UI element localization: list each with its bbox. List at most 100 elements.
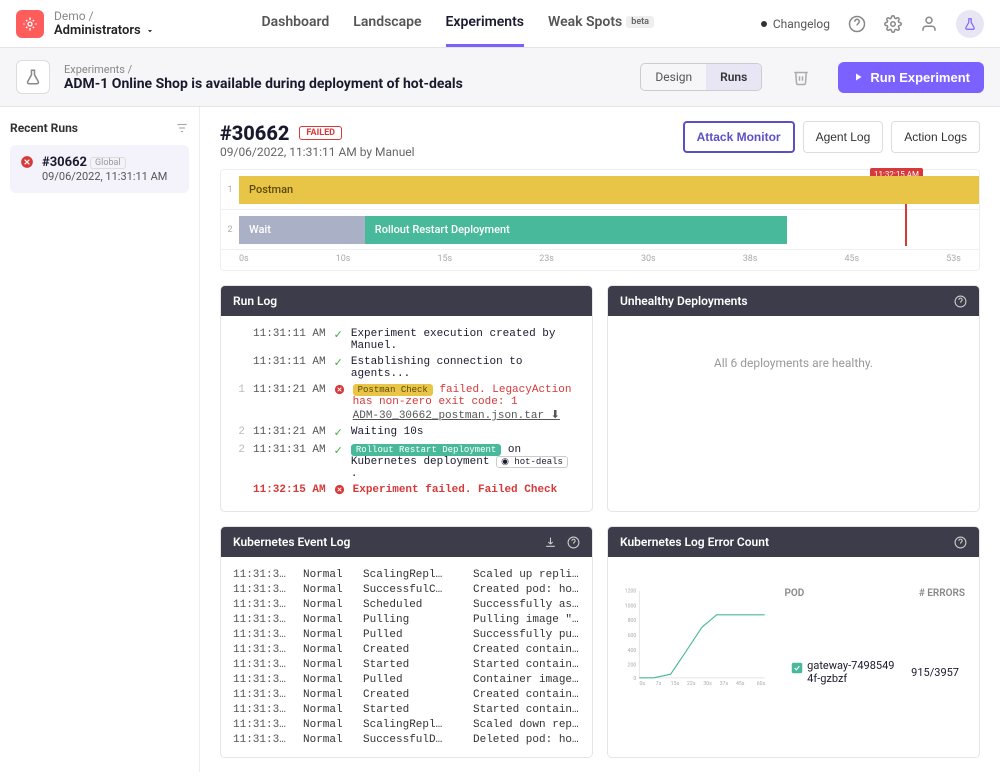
user-icon[interactable]: [920, 15, 938, 33]
run-timestamp: 09/06/2022, 11:31:11 AM: [42, 170, 167, 183]
k8s-line: 11:31:3…NormalScheduledSuccessfully assi…: [233, 597, 580, 612]
org-name: Administrators: [54, 23, 141, 38]
panel-title: Kubernetes Log Error Count: [620, 535, 769, 549]
help-icon[interactable]: [954, 536, 967, 549]
k8s-line: 11:31:3…NormalPulledContainer image "ngi…: [233, 672, 580, 687]
svg-text:7s: 7s: [656, 681, 662, 687]
gear-icon[interactable]: [884, 15, 902, 33]
error-count: 915/3957: [905, 639, 965, 705]
tab-action-logs[interactable]: Action Logs: [891, 121, 980, 153]
k8s-line: 11:31:3…NormalScalingRepl…Scaled up repl…: [233, 567, 580, 582]
k8s-line: 11:31:3…NormalScalingRepl…Scaled down re…: [233, 717, 580, 732]
nav-landscape[interactable]: Landscape: [353, 0, 421, 47]
help-icon[interactable]: [848, 15, 866, 33]
status-badge: FAILED: [299, 126, 342, 140]
top-nav-right: Changelog: [761, 10, 984, 38]
error-chart: 1200 1000 800 600 400 200 0: [620, 567, 768, 707]
error-count-panel: Kubernetes Log Error Count 1200 1000 800…: [607, 526, 980, 758]
tab-attack-monitor[interactable]: Attack Monitor: [683, 121, 795, 153]
experiment-header: Experiments / ADM-1 Online Shop is avail…: [0, 48, 1000, 107]
svg-text:22s: 22s: [687, 681, 696, 687]
svg-text:45s: 45s: [736, 681, 745, 687]
svg-text:15s: 15s: [671, 681, 680, 687]
breadcrumb[interactable]: Experiments /: [64, 63, 463, 76]
k8s-line: 11:31:3…NormalStartedStarted container h…: [233, 702, 580, 717]
help-icon[interactable]: [954, 295, 967, 308]
org-selector[interactable]: Demo / Administrators: [54, 9, 155, 38]
healthy-message: All 6 deployments are healthy.: [608, 316, 979, 410]
panel-title: Run Log: [233, 294, 277, 308]
chevron-down-icon: [145, 26, 155, 36]
check-icon: ✓: [334, 426, 343, 440]
recent-run-item[interactable]: #30662Global 09/06/2022, 11:31:11 AM: [10, 145, 189, 193]
main-nav: Dashboard Landscape Experiments Weak Spo…: [262, 0, 654, 47]
run-id: #30662: [42, 155, 87, 170]
timeline-bar-wait[interactable]: Wait: [239, 216, 365, 244]
nav-experiments[interactable]: Experiments: [446, 0, 524, 47]
run-experiment-button[interactable]: Run Experiment: [838, 62, 984, 93]
fail-status-icon: [20, 155, 34, 183]
experiment-title: ADM-1 Online Shop is available during de…: [64, 76, 463, 92]
runlog-line: 211:31:31 AM✓Rollout Restart Deployment …: [233, 442, 580, 482]
design-runs-toggle: Design Runs: [640, 63, 762, 91]
runlog-line: 11:31:11 AM✓Experiment execution created…: [233, 326, 580, 354]
checkbox-icon[interactable]: [790, 665, 807, 678]
panel-title: Unhealthy Deployments: [620, 294, 748, 308]
pod-name: gateway-74985494f-gzbzf: [807, 659, 897, 685]
app-logo[interactable]: [16, 10, 44, 38]
svg-text:1000: 1000: [625, 603, 637, 609]
changelog-link[interactable]: Changelog: [761, 17, 830, 31]
panel-title: Kubernetes Event Log: [233, 535, 350, 549]
svg-text:800: 800: [628, 618, 637, 624]
nav-weakspots[interactable]: Weak Spotsbeta: [548, 0, 654, 47]
timeline-bar-rollout[interactable]: Rollout Restart Deployment: [365, 216, 787, 244]
nav-dashboard[interactable]: Dashboard: [262, 0, 330, 47]
trash-icon[interactable]: [792, 68, 810, 86]
runlog-line: 11:32:15 AMExperiment failed. Failed Che…: [233, 482, 580, 501]
run-id-heading: #30662: [220, 121, 289, 145]
top-nav: Demo / Administrators Dashboard Landscap…: [0, 0, 1000, 48]
svg-text:200: 200: [628, 663, 637, 669]
view-tabs: Attack Monitor Agent Log Action Logs: [683, 121, 980, 153]
svg-text:600: 600: [628, 633, 637, 639]
k8s-line: 11:31:3…NormalPulledSuccessfully pulled …: [233, 627, 580, 642]
tab-agent-log[interactable]: Agent Log: [803, 121, 884, 153]
svg-text:37s: 37s: [720, 681, 729, 687]
help-icon[interactable]: [567, 536, 580, 549]
download-icon[interactable]: [544, 536, 557, 549]
error-legend: POD# ERRORS gateway-74985494f-gzbzf 915/…: [782, 567, 967, 707]
download-link[interactable]: ADM-30_30662_postman.json.tar ⬇: [353, 410, 560, 422]
svg-text:400: 400: [628, 648, 637, 654]
k8s-line: 11:31:3…NormalSuccessfulD…Deleted pod: h…: [233, 732, 580, 747]
timeline-bar-postman[interactable]: Postman: [239, 176, 979, 204]
check-icon: ✓: [334, 444, 343, 458]
action-chip: Postman Check: [353, 384, 433, 396]
run-meta: 09/06/2022, 11:31:11 AM by Manuel: [220, 145, 415, 159]
recent-runs-sidebar: Recent Runs #30662Global 09/06/2022, 11:…: [0, 107, 200, 772]
check-icon: ✓: [334, 356, 343, 370]
k8s-line: 11:31:3…NormalStartedStarted container h…: [233, 657, 580, 672]
k8s-line: 11:31:3…NormalPullingPulling image "stea…: [233, 612, 580, 627]
k8s-line: 11:31:3…NormalSuccessfulC…Created pod: h…: [233, 582, 580, 597]
flask-avatar[interactable]: [956, 10, 984, 38]
toggle-design[interactable]: Design: [641, 64, 706, 90]
svg-text:0s: 0s: [639, 681, 645, 687]
k8s-event-panel: Kubernetes Event Log 11:31:3…NormalScali…: [220, 526, 593, 758]
filter-icon[interactable]: [175, 121, 189, 135]
run-log-panel: Run Log 11:31:11 AM✓Experiment execution…: [220, 285, 593, 512]
runlog-line: 11:31:11 AM✓Establishing connection to a…: [233, 354, 580, 382]
changelog-dot-icon: [761, 21, 767, 27]
timeline: 11:32:15 AM 1 Postman 2 Wait Rollout Res…: [220, 169, 980, 271]
sidebar-title: Recent Runs: [10, 121, 78, 135]
toggle-runs[interactable]: Runs: [706, 64, 761, 90]
fail-icon: [334, 484, 345, 499]
k8s-line: 11:31:3…NormalCreatedCreated container h…: [233, 642, 580, 657]
svg-text:30s: 30s: [703, 681, 712, 687]
check-icon: ✓: [334, 328, 343, 342]
fail-icon: [334, 384, 345, 399]
main: Recent Runs #30662Global 09/06/2022, 11:…: [0, 107, 1000, 772]
runlog-line: 211:31:21 AM✓Waiting 10s: [233, 424, 580, 442]
scope-chip: Global: [90, 157, 126, 169]
action-chip: Rollout Restart Deployment: [351, 444, 501, 456]
play-icon: [852, 71, 864, 83]
